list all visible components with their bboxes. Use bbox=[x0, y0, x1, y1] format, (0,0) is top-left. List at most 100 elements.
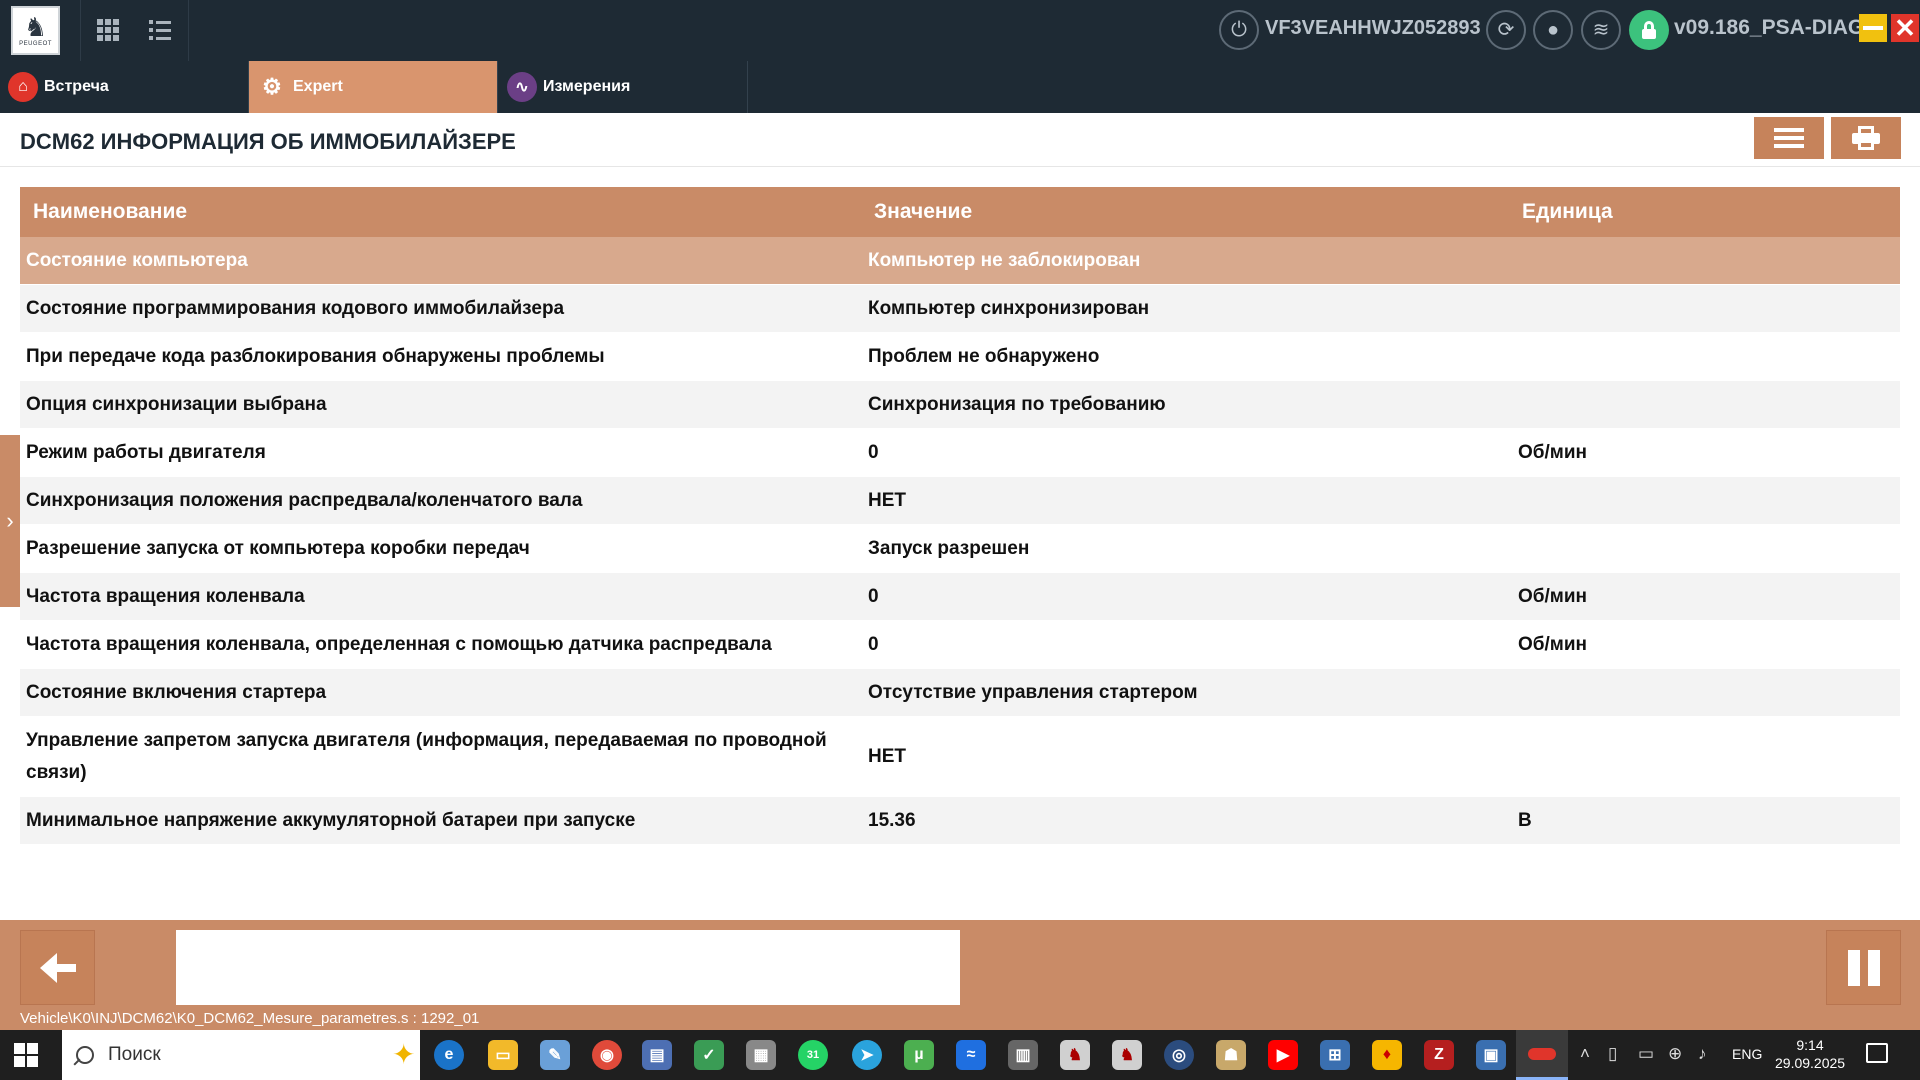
separator bbox=[188, 0, 189, 61]
edge-icon[interactable]: e bbox=[434, 1040, 464, 1070]
cell-name: Состояние компьютера bbox=[26, 249, 248, 271]
back-button[interactable] bbox=[20, 930, 95, 1005]
refresh-button[interactable]: ⟳ bbox=[1486, 10, 1526, 50]
network-device-icon[interactable]: ▯ bbox=[1608, 1044, 1617, 1064]
menu-icon bbox=[1774, 128, 1804, 148]
cell-name: Минимальное напряжение аккумуляторной ба… bbox=[26, 809, 636, 831]
table-row[interactable]: Состояние включения стартера Отсутствие … bbox=[20, 669, 1900, 717]
app-icon-11[interactable]: ≈ bbox=[956, 1040, 986, 1070]
taskbar-search[interactable]: Поиск ✦ bbox=[62, 1030, 420, 1080]
lock-button[interactable] bbox=[1629, 10, 1669, 50]
table-row[interactable]: Синхронизация положения распредвала/коле… bbox=[20, 477, 1900, 525]
logo-brand-text: PEUGEOT bbox=[19, 41, 52, 47]
app-icon-16[interactable]: ☗ bbox=[1216, 1040, 1246, 1070]
close-icon: ✕ bbox=[1894, 13, 1916, 43]
table-row[interactable]: Разрешение запуска от компьютера коробки… bbox=[20, 525, 1900, 573]
cell-name: При передаче кода разблокирования обнару… bbox=[26, 345, 605, 367]
table-row[interactable]: Управление запретом запуска двигателя (и… bbox=[20, 717, 1900, 797]
power-button[interactable]: ⏻ bbox=[1219, 10, 1259, 50]
status-message-box bbox=[176, 930, 960, 1005]
utorrent-icon[interactable]: µ bbox=[904, 1040, 934, 1070]
cell-value: Синхронизация по требованию bbox=[868, 393, 1166, 415]
cell-name: Частота вращения коленвала, определенная… bbox=[26, 633, 772, 655]
windows-taskbar: Поиск ✦ e ▭ ✎ ◉ ▤ ✓ ▦ 31 ➤ µ ≈ ▥ ♞ ♞ ◎ ☗… bbox=[0, 1030, 1920, 1080]
table-row[interactable]: Опция синхронизации выбрана Синхронизаци… bbox=[20, 381, 1900, 429]
language-indicator[interactable]: ENG bbox=[1732, 1046, 1762, 1062]
home-icon: ⌂ bbox=[8, 72, 38, 102]
power-icon: ⏻ bbox=[1231, 19, 1247, 41]
app-icon-13[interactable]: ♞ bbox=[1060, 1040, 1090, 1070]
cell-name: Разрешение запуска от компьютера коробки… bbox=[26, 537, 530, 559]
filezilla-icon[interactable]: Z bbox=[1424, 1040, 1454, 1070]
wifi-button[interactable]: ≋ bbox=[1581, 10, 1621, 50]
table-header: Наименование Значение Единица bbox=[20, 187, 1900, 237]
printer-icon bbox=[1852, 126, 1880, 150]
telegram-icon[interactable]: ➤ bbox=[852, 1040, 882, 1070]
cell-unit: Об/мин bbox=[1518, 633, 1588, 655]
table-row[interactable]: Режим работы двигателя 0 Об/мин bbox=[20, 429, 1900, 477]
cell-unit: Об/мин bbox=[1518, 585, 1588, 607]
save-app-icon[interactable]: ▣ bbox=[1476, 1040, 1506, 1070]
table-row[interactable]: Минимальное напряжение аккумуляторной ба… bbox=[20, 797, 1900, 845]
notification-icon[interactable] bbox=[1866, 1043, 1888, 1063]
cell-name: Состояние включения стартера bbox=[26, 681, 327, 703]
battery-icon[interactable]: ▭ bbox=[1638, 1044, 1654, 1064]
apps-grid-button[interactable] bbox=[90, 12, 126, 48]
cell-unit: В bbox=[1518, 809, 1532, 831]
app-icon-18[interactable]: ⊞ bbox=[1320, 1040, 1350, 1070]
peugeot-logo: ♞ PEUGEOT bbox=[11, 6, 60, 55]
app-icon-6[interactable]: ✓ bbox=[694, 1040, 724, 1070]
app-icon-5[interactable]: ▤ bbox=[642, 1040, 672, 1070]
minimize-button[interactable] bbox=[1859, 14, 1887, 42]
youtube-icon[interactable]: ▶ bbox=[1268, 1040, 1298, 1070]
cell-value: Запуск разрешен bbox=[868, 537, 1030, 559]
cell-name: Опция синхронизации выбрана bbox=[26, 393, 327, 415]
tab-expert[interactable]: ⚙ Expert bbox=[249, 61, 498, 113]
print-button[interactable] bbox=[1831, 117, 1901, 159]
arrow-left-icon bbox=[39, 952, 76, 983]
file-explorer-icon[interactable]: ▭ bbox=[488, 1040, 518, 1070]
side-panel-toggle[interactable]: › bbox=[0, 435, 20, 607]
table-row[interactable]: Частота вращения коленвала 0 Об/мин bbox=[20, 573, 1900, 621]
cell-unit: Об/мин bbox=[1518, 441, 1588, 463]
active-app-diag[interactable] bbox=[1516, 1030, 1568, 1080]
cell-value: НЕТ bbox=[868, 489, 906, 511]
user-button[interactable]: ● bbox=[1533, 10, 1573, 50]
volume-icon[interactable]: ♪ bbox=[1698, 1044, 1707, 1064]
header-name: Наименование bbox=[33, 200, 188, 223]
calculator-icon[interactable]: ▦ bbox=[746, 1040, 776, 1070]
table-row[interactable]: При передаче кода разблокирования обнару… bbox=[20, 333, 1900, 381]
parameters-table: Наименование Значение Единица Состояние … bbox=[20, 187, 1900, 845]
app-icon-12[interactable]: ▥ bbox=[1008, 1040, 1038, 1070]
pause-button[interactable] bbox=[1826, 930, 1901, 1005]
paint-icon[interactable]: ✎ bbox=[540, 1040, 570, 1070]
pulse-icon: ∿ bbox=[507, 72, 537, 102]
app-icon-14[interactable]: ♞ bbox=[1112, 1040, 1142, 1070]
cell-name: Синхронизация положения распредвала/коле… bbox=[26, 489, 583, 511]
toggle-app-icon bbox=[1528, 1048, 1556, 1060]
cell-name: Режим работы двигателя bbox=[26, 441, 266, 463]
tab-meeting[interactable]: ⌂ Встреча bbox=[0, 61, 249, 113]
list-menu-button[interactable] bbox=[142, 12, 178, 48]
version-label: v09.186_PSA-DIAG bbox=[1674, 16, 1865, 39]
options-button[interactable] bbox=[1754, 117, 1824, 159]
cell-value: 0 bbox=[868, 585, 879, 607]
top-bar: ♞ PEUGEOT ⏻ VF3VEAHHWJZ052893 ⟳ ● ≋ v09.… bbox=[0, 0, 1920, 61]
cell-value: 15.36 bbox=[868, 809, 916, 831]
table-row[interactable]: Состояние компьютера Компьютер не заблок… bbox=[20, 237, 1900, 285]
tab-measurements[interactable]: ∿ Измерения bbox=[499, 61, 748, 113]
table-row[interactable]: Частота вращения коленвала, определенная… bbox=[20, 621, 1900, 669]
whatsapp-icon[interactable]: 31 bbox=[798, 1040, 828, 1070]
close-button[interactable]: ✕ bbox=[1891, 14, 1919, 42]
gears-icon: ⚙ bbox=[262, 74, 282, 99]
steam-icon[interactable]: ◎ bbox=[1164, 1040, 1194, 1070]
app-icon-19[interactable]: ♦ bbox=[1372, 1040, 1402, 1070]
globe-icon[interactable]: ⊕ bbox=[1668, 1044, 1682, 1064]
clock[interactable]: 9:14 29.09.2025 bbox=[1775, 1036, 1845, 1072]
cell-name: Состояние программирования кодового иммо… bbox=[26, 297, 565, 319]
start-button[interactable] bbox=[14, 1043, 38, 1067]
table-row[interactable]: Состояние программирования кодового иммо… bbox=[20, 285, 1900, 333]
grid-icon bbox=[97, 19, 119, 41]
chevron-up-icon[interactable]: ˄ bbox=[1580, 1044, 1590, 1064]
chrome-icon[interactable]: ◉ bbox=[592, 1040, 622, 1070]
